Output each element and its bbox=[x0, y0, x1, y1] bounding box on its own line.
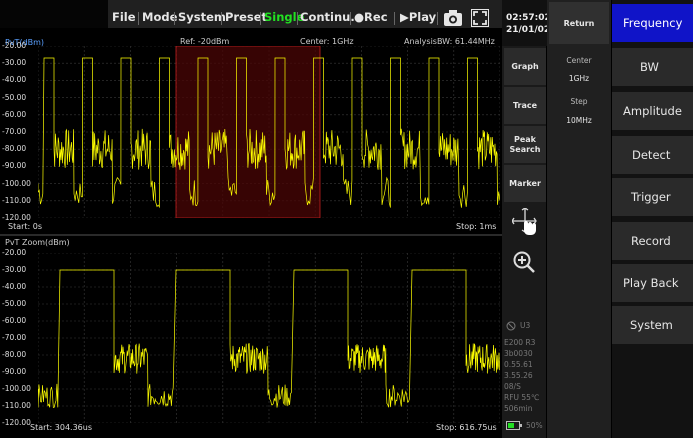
bottom-stop-time: Stop: 616.75us bbox=[436, 423, 497, 432]
battery-level: 50% bbox=[526, 421, 543, 430]
softkey-record[interactable]: Record bbox=[612, 222, 693, 260]
menu-separator bbox=[260, 12, 261, 25]
softkey-system[interactable]: System bbox=[612, 306, 693, 344]
bottom-y-tick: -90.00 bbox=[2, 367, 27, 376]
bottom-y-tick: -80.00 bbox=[2, 350, 27, 359]
clock-time: 02:57:02 bbox=[506, 13, 551, 23]
top-y-tick: -40.00 bbox=[2, 75, 27, 85]
status-line: RFU 55℃ bbox=[504, 393, 540, 402]
menu-separator bbox=[174, 12, 175, 25]
top-y-tick: -110.00 bbox=[2, 195, 31, 205]
menu-separator bbox=[297, 12, 298, 25]
top-y-tick: -60.00 bbox=[2, 109, 27, 119]
bottom-y-tick: -50.00 bbox=[2, 299, 27, 308]
clock-area bbox=[502, 0, 547, 46]
softkey-trigger[interactable]: Trigger bbox=[612, 178, 693, 216]
top-y-tick: -70.00 bbox=[2, 127, 27, 136]
disabled-icon bbox=[506, 321, 516, 331]
pvt-trace-area[interactable] bbox=[38, 46, 500, 218]
pvt-zoom-title: PvT Zoom(dBm) bbox=[5, 238, 70, 247]
bottom-y-tick: -40.00 bbox=[2, 282, 27, 291]
peak-search-label: Peak Search bbox=[509, 134, 541, 154]
center-param-label: Center bbox=[566, 56, 592, 65]
step-param-value: 10MHz bbox=[566, 116, 592, 125]
softkey-detect[interactable]: Detect bbox=[612, 136, 693, 174]
bottom-y-tick: -30.00 bbox=[2, 265, 27, 274]
menu-system[interactable]: System bbox=[178, 10, 226, 24]
top-y-tick: -100.00 bbox=[2, 178, 31, 188]
graph-button[interactable]: Graph bbox=[504, 48, 546, 85]
status-line: 3.55.26 bbox=[504, 371, 533, 380]
zoom-in-icon[interactable] bbox=[512, 250, 536, 274]
top-y-tick: -80.00 bbox=[2, 144, 27, 154]
status-id: U3 bbox=[520, 321, 531, 330]
top-y-tick: -30.00 bbox=[2, 58, 27, 68]
status-line: 506min bbox=[504, 404, 533, 413]
status-line: 08/S bbox=[504, 382, 521, 391]
marker-button[interactable]: Marker bbox=[504, 165, 546, 202]
menu-separator bbox=[350, 12, 351, 25]
peak-search-button[interactable]: Peak Search bbox=[504, 126, 546, 163]
status-line: 0.55.61 bbox=[504, 360, 533, 369]
top-y-tick: -90.00 bbox=[2, 161, 27, 171]
menu-play[interactable]: ▶Play bbox=[400, 10, 436, 24]
bottom-start-time: Start: 304.36us bbox=[30, 423, 93, 432]
menu-separator bbox=[138, 12, 139, 25]
status-line: E200 R3 bbox=[504, 338, 536, 347]
top-stop-time: Stop: 1ms bbox=[456, 222, 497, 231]
ref-level: Ref: -20dBm bbox=[180, 37, 230, 46]
center-param-value: 1GHz bbox=[568, 74, 590, 83]
top-y-tick: -50.00 bbox=[2, 92, 27, 102]
top-y-tick: -20.00 bbox=[2, 41, 27, 50]
top-y-tick: -120.00 bbox=[2, 213, 31, 222]
menu-mode[interactable]: Mode bbox=[142, 10, 177, 24]
step-param-label: Step bbox=[570, 97, 588, 106]
pan-touch-icon[interactable] bbox=[512, 208, 538, 236]
menu-separator bbox=[394, 12, 395, 25]
softkey-play-back[interactable]: Play Back bbox=[612, 264, 693, 302]
bottom-y-tick: -60.00 bbox=[2, 316, 27, 325]
trace-button[interactable]: Trace bbox=[504, 87, 546, 124]
status-line: 3b0030 bbox=[504, 349, 533, 358]
fullscreen-icon[interactable] bbox=[471, 9, 489, 27]
camera-icon[interactable] bbox=[444, 10, 462, 26]
clock-date: 21/01/02 bbox=[506, 25, 551, 35]
menu-file[interactable]: File bbox=[112, 10, 136, 24]
logo-area bbox=[0, 0, 108, 28]
menu-continuous[interactable]: Continu. bbox=[300, 10, 355, 24]
battery-icon bbox=[506, 421, 522, 430]
softkey-amplitude[interactable]: Amplitude bbox=[612, 92, 693, 130]
bottom-y-tick: -20.00 bbox=[2, 248, 27, 257]
bottom-y-tick: -70.00 bbox=[2, 333, 27, 342]
menu-single[interactable]: Single bbox=[264, 10, 304, 24]
softkey-bw[interactable]: BW bbox=[612, 48, 693, 86]
bottom-y-tick: -110.00 bbox=[2, 401, 31, 410]
center-frequency: Center: 1GHz bbox=[300, 37, 354, 46]
softkey-frequency[interactable]: Frequency bbox=[612, 4, 693, 42]
bottom-y-tick: -100.00 bbox=[2, 384, 31, 393]
menu-separator bbox=[221, 12, 222, 25]
menu-rec[interactable]: ●Rec bbox=[354, 10, 388, 24]
pvt-zoom-trace-area[interactable] bbox=[38, 253, 500, 423]
top-start-time: Start: 0s bbox=[8, 222, 43, 231]
menu-separator bbox=[437, 12, 438, 25]
analysis-bw: AnalysisBW: 61.44MHz bbox=[404, 37, 495, 46]
return-button[interactable]: Return bbox=[549, 2, 609, 44]
